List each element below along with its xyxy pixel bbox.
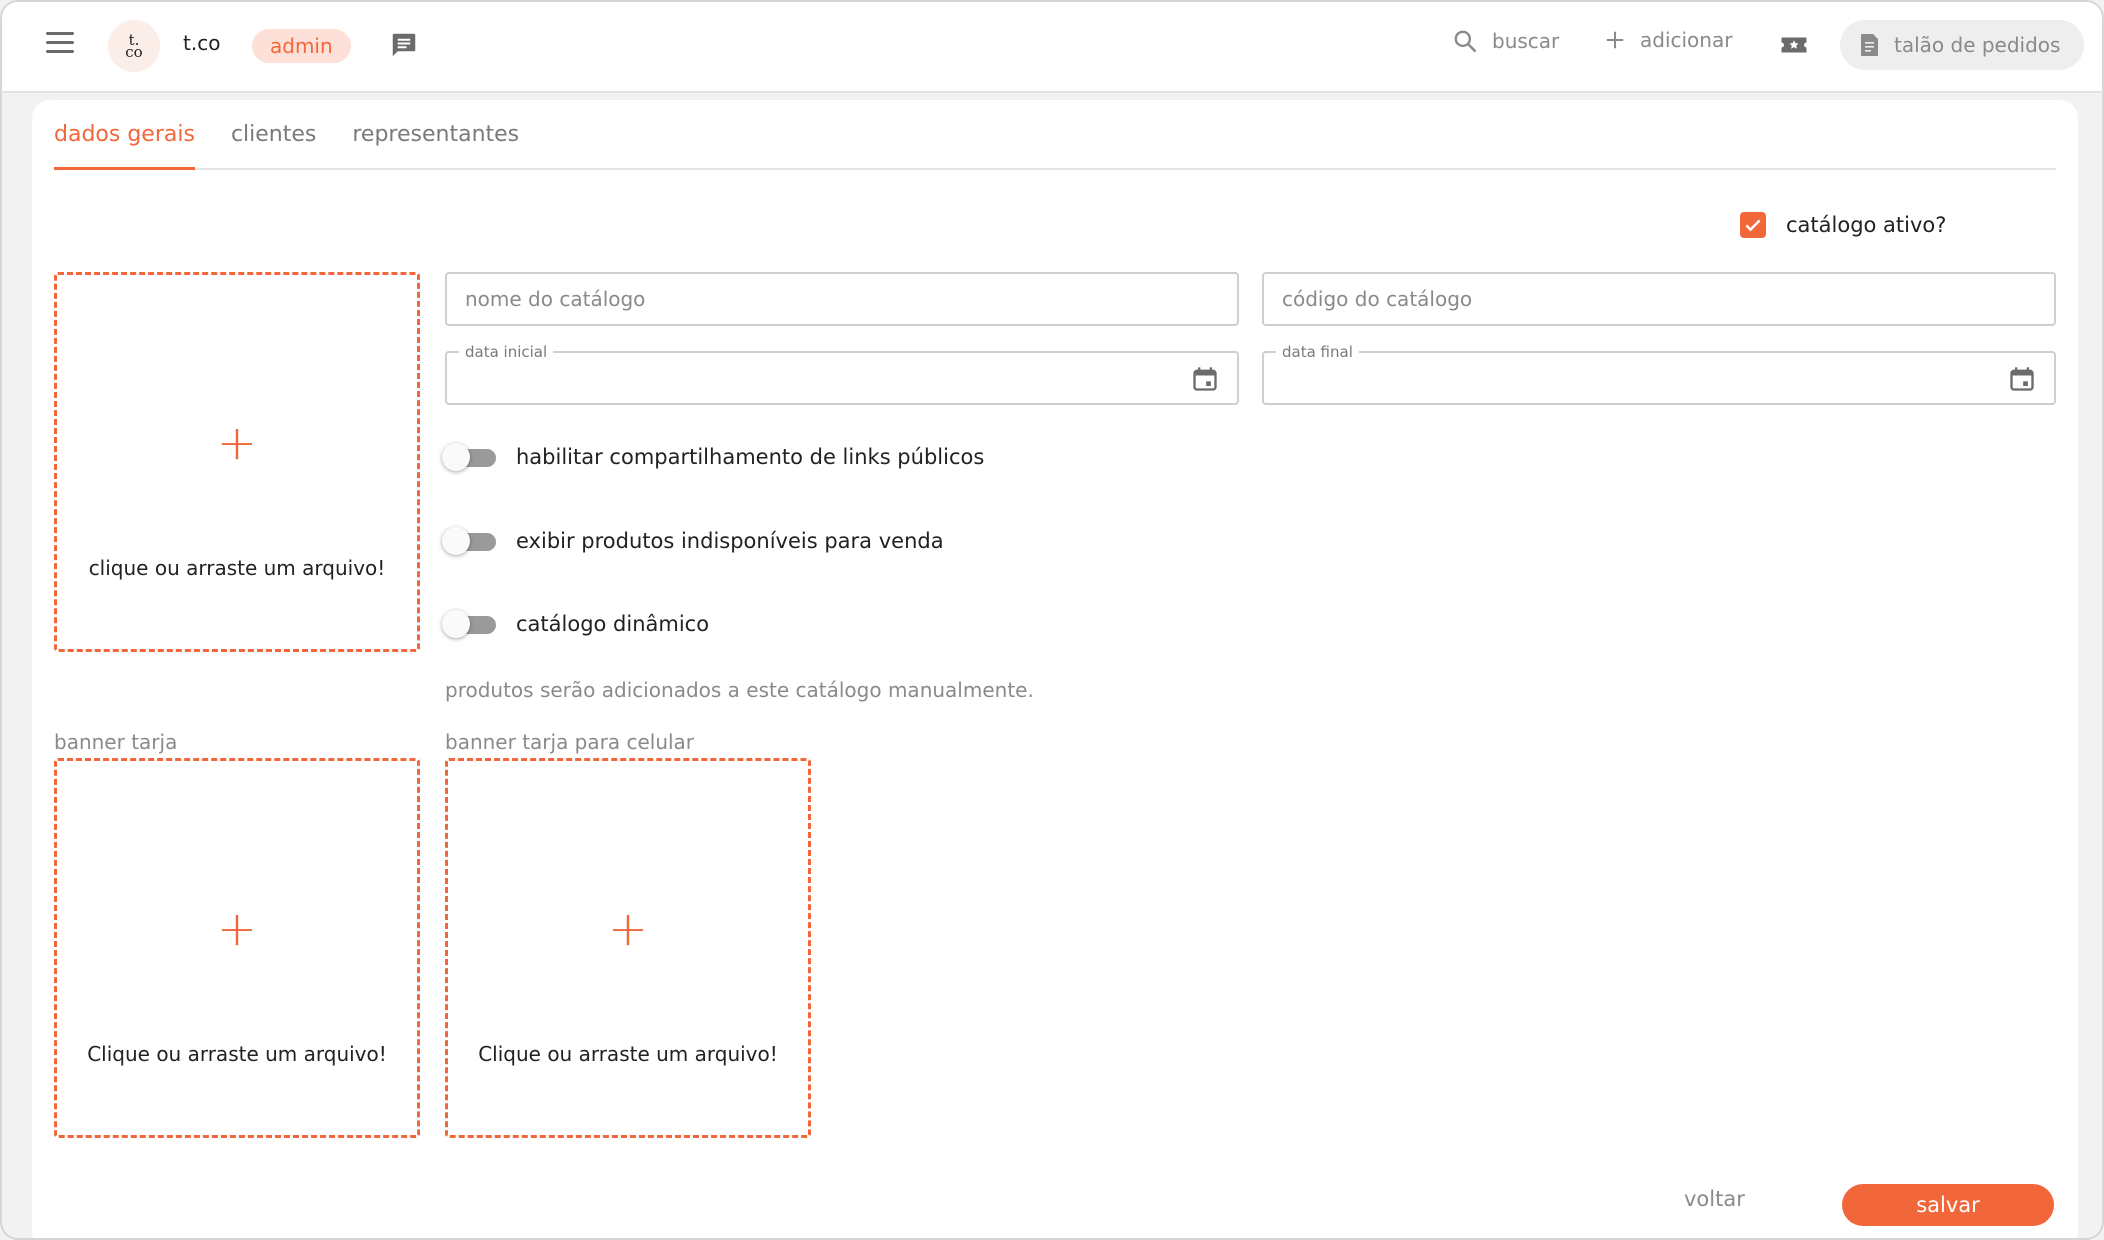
- toggle-switch[interactable]: [442, 442, 498, 472]
- catalog-name-input[interactable]: [447, 274, 1237, 324]
- toggle-label: habilitar compartilhamento de links públ…: [516, 445, 985, 469]
- hamburger-menu-icon[interactable]: [46, 32, 74, 56]
- checkbox-checked-icon: [1740, 212, 1766, 238]
- start-date-field[interactable]: data inicial: [445, 343, 1239, 405]
- top-bar: t. co t.co admin buscar adicionar talão d…: [2, 2, 2102, 93]
- start-date-label: data inicial: [459, 343, 554, 361]
- tab-clients[interactable]: clientes: [231, 122, 316, 168]
- end-date-input[interactable]: [1264, 353, 2054, 403]
- banner-mobile-label: banner tarja para celular: [445, 730, 695, 754]
- toggle-unavailable-products[interactable]: exibir produtos indisponíveis para venda: [442, 526, 944, 556]
- ticket-star-icon[interactable]: [1778, 30, 1810, 60]
- order-book-label: talão de pedidos: [1894, 33, 2061, 57]
- search-label: buscar: [1492, 29, 1560, 53]
- catalog-code-input[interactable]: [1264, 274, 2054, 324]
- start-date-input[interactable]: [447, 353, 1237, 403]
- catalog-name-field[interactable]: [445, 272, 1239, 326]
- end-date-field[interactable]: data final: [1262, 343, 2056, 405]
- toggle-public-links[interactable]: habilitar compartilhamento de links públ…: [442, 442, 984, 472]
- toggle-switch[interactable]: [442, 609, 498, 639]
- catalog-active-label: catálogo ativo?: [1786, 213, 1947, 237]
- add-button[interactable]: adicionar: [1604, 28, 1732, 52]
- logo-text: t. co: [125, 31, 143, 61]
- back-button[interactable]: voltar: [1684, 1187, 1745, 1211]
- catalog-image-dropzone[interactable]: + clique ou arraste um arquivo!: [54, 272, 420, 652]
- add-file-icon: +: [216, 415, 258, 471]
- add-file-icon: +: [216, 901, 258, 957]
- document-icon: [1861, 34, 1878, 56]
- catalog-code-field[interactable]: [1262, 272, 2056, 326]
- plus-icon: [1606, 31, 1624, 49]
- toggle-switch[interactable]: [442, 526, 498, 556]
- brand-logo: t. co: [108, 20, 160, 72]
- add-file-icon: +: [607, 901, 649, 957]
- banner-mobile-dropzone[interactable]: + Clique ou arraste um arquivo!: [445, 758, 811, 1138]
- calendar-icon[interactable]: [1191, 365, 1219, 393]
- catalog-form-card: dados gerais clientes representantes cat…: [32, 100, 2078, 1238]
- app-window: t. co t.co admin buscar adicionar talão d…: [0, 0, 2104, 1240]
- search-button[interactable]: buscar: [1452, 28, 1559, 54]
- save-button[interactable]: salvar: [1842, 1184, 2054, 1226]
- tab-general-data[interactable]: dados gerais: [54, 122, 195, 170]
- tab-representatives[interactable]: representantes: [352, 122, 519, 168]
- toggle-dynamic-catalog[interactable]: catálogo dinâmico: [442, 609, 709, 639]
- catalog-active-checkbox[interactable]: catálogo ativo?: [1740, 212, 1946, 238]
- banner-label: banner tarja: [54, 730, 178, 754]
- order-book-button[interactable]: talão de pedidos: [1840, 20, 2084, 70]
- search-icon: [1454, 30, 1477, 53]
- tab-bar: dados gerais clientes representantes: [54, 122, 2056, 170]
- brand-name: t.co: [183, 31, 221, 55]
- banner-dropzone[interactable]: + Clique ou arraste um arquivo!: [54, 758, 420, 1138]
- add-label: adicionar: [1640, 28, 1733, 52]
- dropzone-text: Clique ou arraste um arquivo!: [478, 1042, 778, 1066]
- chat-icon[interactable]: [388, 30, 420, 60]
- end-date-label: data final: [1276, 343, 1359, 361]
- dropzone-text: Clique ou arraste um arquivo!: [87, 1042, 387, 1066]
- dropzone-text: clique ou arraste um arquivo!: [88, 556, 386, 580]
- dynamic-catalog-hint: produtos serão adicionados a este catálo…: [445, 678, 1034, 702]
- toggle-label: exibir produtos indisponíveis para venda: [516, 529, 944, 553]
- role-badge: admin: [252, 29, 351, 63]
- toggle-label: catálogo dinâmico: [516, 612, 710, 636]
- calendar-icon[interactable]: [2008, 365, 2036, 393]
